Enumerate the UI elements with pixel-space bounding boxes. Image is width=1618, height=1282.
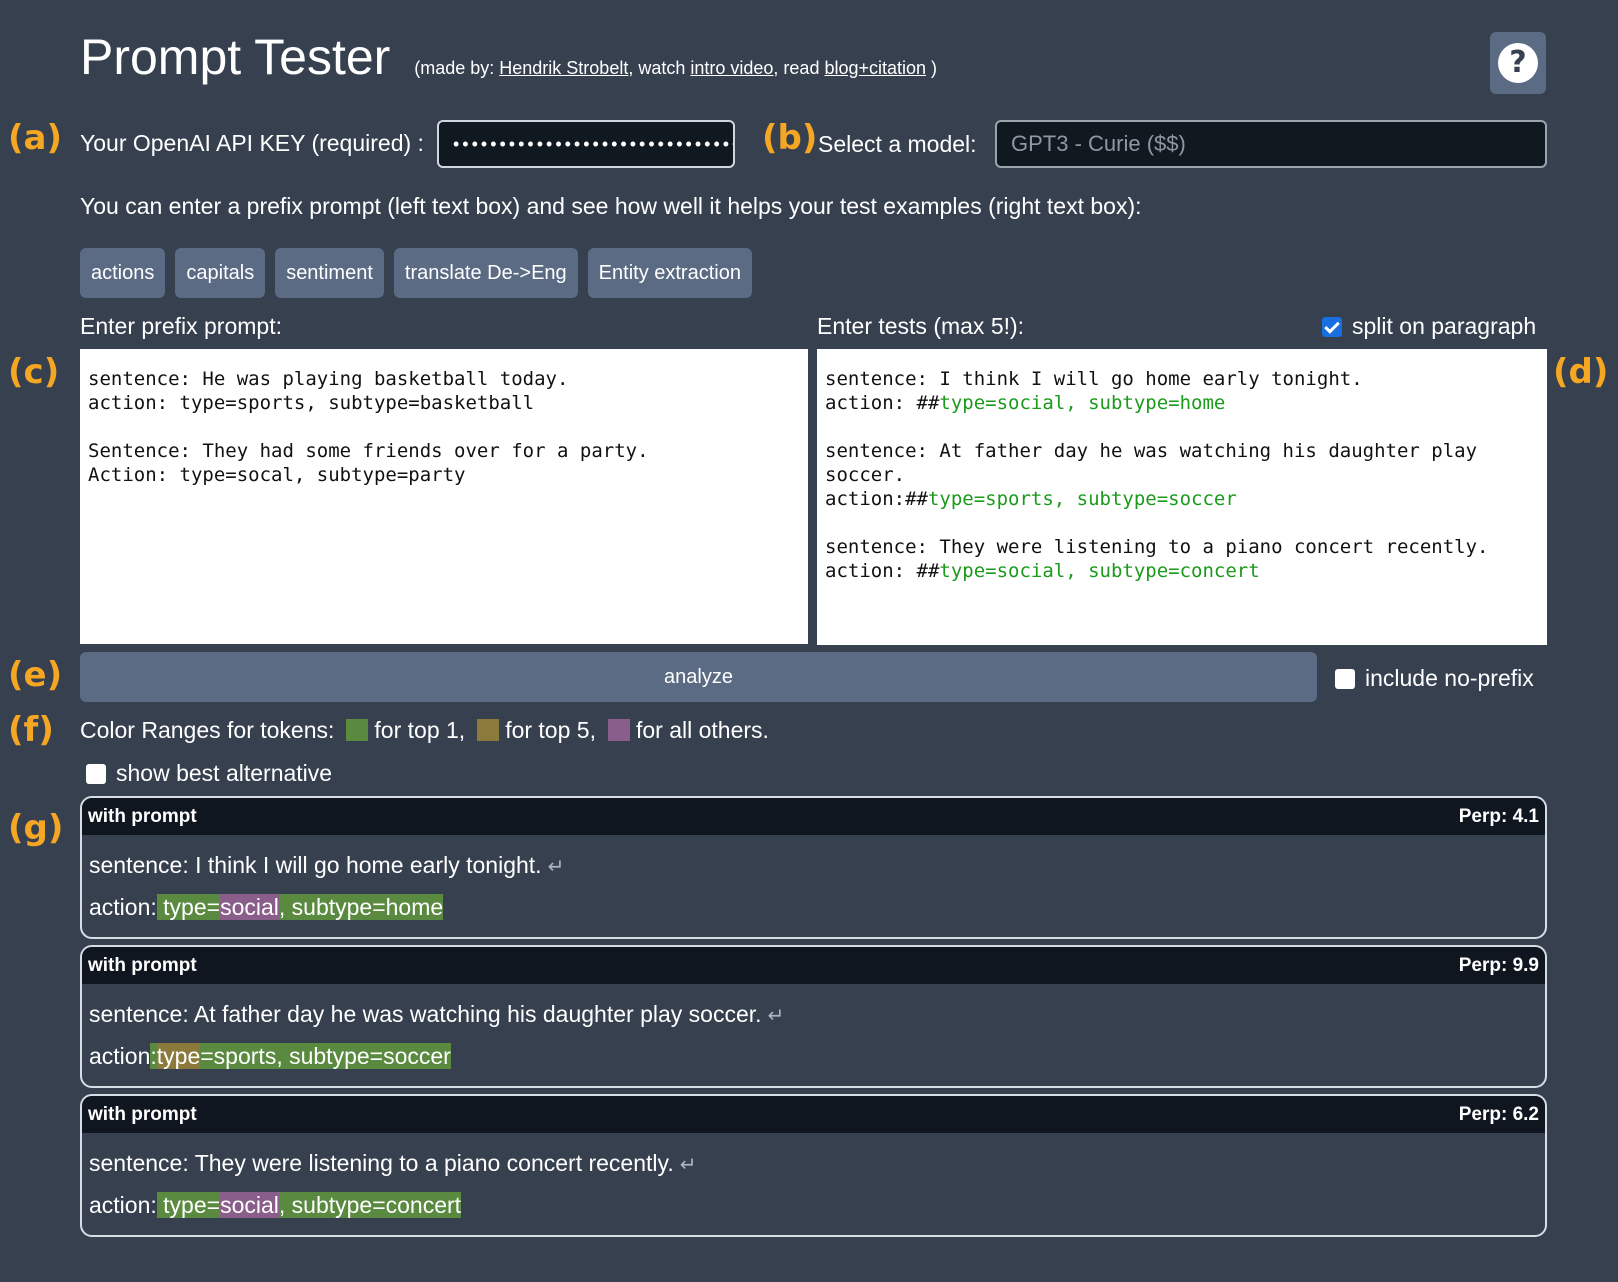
prefix-label: Enter prefix prompt:: [80, 313, 282, 339]
blog-citation-link[interactable]: blog+citation: [824, 58, 926, 78]
result-action-line: action: type=social, subtype=home: [89, 894, 444, 920]
perplexity-value: Perp: 6.2: [1458, 1103, 1539, 1125]
result-sentence-line: sentence: They were listening to a piano…: [89, 1150, 697, 1176]
color-ranges-label: Color Ranges for tokens:: [80, 717, 335, 743]
result-card: with prompt Perp: 9.9 sentence: At fathe…: [80, 945, 1547, 1088]
marker-e: (e): [8, 655, 63, 695]
best-alternative-option: show best alternative: [86, 760, 332, 787]
return-arrow-icon: ↵: [679, 1154, 697, 1176]
tests-label: Enter tests (max 5!):: [817, 313, 1025, 339]
result-title: with prompt: [88, 1103, 197, 1125]
result-card: with prompt Perp: 6.2 sentence: They wer…: [80, 1094, 1547, 1237]
no-prefix-option: include no-prefix: [1335, 665, 1534, 692]
color-ranges-legend: Color Ranges for tokens: for top 1, for to…: [80, 717, 769, 744]
token: :: [150, 1043, 157, 1069]
result-sentence-line: sentence: I think I will go home early t…: [89, 852, 565, 878]
result-title: with prompt: [88, 954, 197, 976]
page-title: Prompt Tester: [80, 29, 391, 85]
top5-swatch: [477, 719, 500, 741]
analyze-button[interactable]: analyze: [80, 652, 1317, 702]
result-action-line: action: type=social, subtype=concert: [89, 1192, 462, 1218]
no-prefix-checkbox[interactable]: [1335, 668, 1355, 689]
marker-f: (f): [8, 710, 54, 750]
result-card: with prompt Perp: 4.1 sentence: I think …: [80, 796, 1547, 939]
result-card-body: sentence: I think I will go home early t…: [82, 835, 1545, 937]
best-alternative-label: show best alternative: [116, 760, 333, 786]
result-card-header: with prompt Perp: 6.2: [82, 1096, 1545, 1133]
token: social: [220, 894, 279, 920]
token: =sports, subtype=soccer: [200, 1043, 451, 1069]
preset-sentiment-button[interactable]: sentiment: [275, 248, 384, 298]
marker-c: (c): [8, 352, 60, 392]
marker-g: (g): [8, 808, 64, 848]
marker-b: (b): [762, 118, 818, 158]
result-card-body: sentence: They were listening to a piano…: [82, 1133, 1545, 1235]
token: type=: [156, 894, 221, 920]
preset-translate-button[interactable]: translate De->Eng: [393, 248, 578, 298]
result-card-header: with prompt Perp: 9.9: [82, 947, 1545, 984]
intro-text: You can enter a prefix prompt (left text…: [80, 193, 1142, 219]
help-button[interactable]: ?: [1490, 32, 1546, 94]
preset-actions-button[interactable]: actions: [80, 248, 166, 298]
result-card-header: with prompt Perp: 4.1: [82, 798, 1545, 835]
api-key-label: Your OpenAI API KEY (required) :: [80, 130, 424, 156]
result-action-line: action:type=sports, subtype=soccer: [89, 1043, 451, 1069]
result-card-body: sentence: At father day he was watching …: [82, 984, 1545, 1086]
preset-capitals-button[interactable]: capitals: [175, 248, 266, 298]
perplexity-value: Perp: 9.9: [1458, 954, 1539, 976]
prefix-prompt-textarea[interactable]: sentence: He was playing basketball toda…: [80, 349, 808, 644]
intro-video-link[interactable]: intro video: [690, 58, 773, 78]
preset-entity-extraction-button[interactable]: Entity extraction: [587, 248, 752, 298]
author-link[interactable]: Hendrik Strobelt: [499, 58, 628, 78]
token: social: [220, 1192, 279, 1218]
top5-label: for top 5,: [505, 717, 596, 743]
preset-buttons: actions capitals sentiment translate De-…: [80, 248, 752, 298]
no-prefix-label: include no-prefix: [1365, 665, 1534, 691]
best-alternative-checkbox[interactable]: [86, 763, 106, 784]
help-icon: ?: [1498, 43, 1538, 83]
model-select[interactable]: GPT3 - Curie ($$): [995, 120, 1547, 168]
split-paragraph-label: split on paragraph: [1352, 313, 1537, 339]
top1-label: for top 1,: [374, 717, 466, 743]
token: , subtype=home: [278, 894, 444, 920]
result-sentence-line: sentence: At father day he was watching …: [89, 1001, 785, 1027]
split-paragraph-option: split on paragraph: [1322, 313, 1536, 340]
perplexity-value: Perp: 4.1: [1458, 805, 1539, 827]
tests-textarea[interactable]: sentence: I think I will go home early t…: [817, 349, 1547, 645]
token: type: [156, 1043, 201, 1069]
page-title-row: Prompt Tester (made by: Hendrik Strobelt…: [80, 28, 937, 86]
others-swatch: [607, 719, 630, 741]
marker-d: (d): [1553, 352, 1609, 392]
api-key-input[interactable]: ••••••••••••••••••••••••••••••••••: [437, 120, 735, 168]
credits: (made by: Hendrik Strobelt, watch intro …: [414, 58, 938, 78]
token: , subtype=concert: [278, 1192, 462, 1218]
marker-a: (a): [8, 118, 63, 158]
split-paragraph-checkbox[interactable]: [1322, 316, 1342, 337]
model-label: Select a model:: [818, 131, 977, 157]
token: type=: [156, 1192, 221, 1218]
top1-swatch: [346, 719, 369, 741]
return-arrow-icon: ↵: [547, 856, 565, 878]
others-label: for all others.: [635, 717, 769, 743]
result-title: with prompt: [88, 805, 197, 827]
return-arrow-icon: ↵: [767, 1005, 785, 1027]
